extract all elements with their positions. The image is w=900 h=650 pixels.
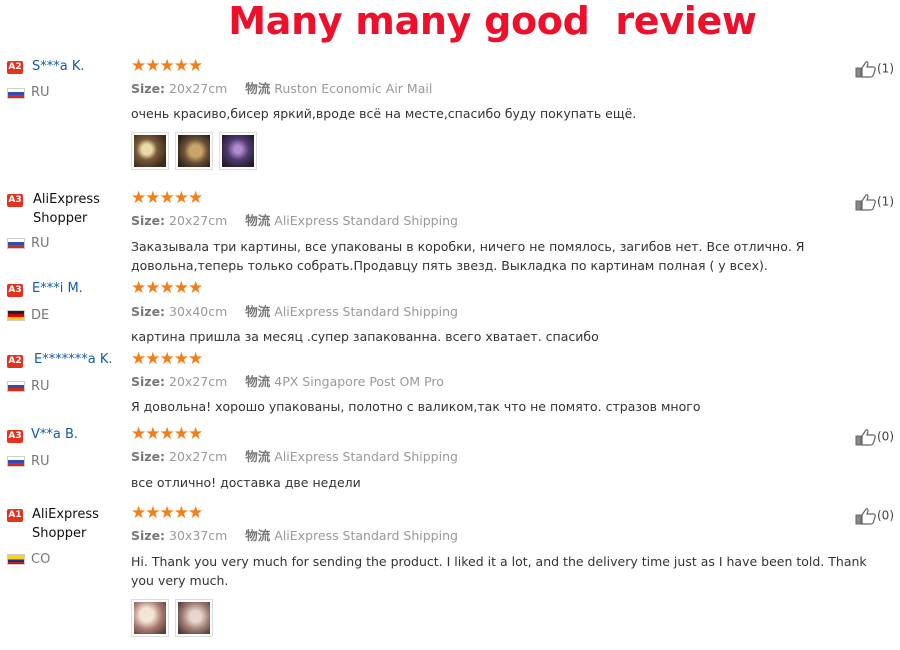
shipping-value: AliExpress Standard Shipping	[274, 304, 458, 319]
reviewer-name[interactable]: V**a B.	[31, 426, 78, 444]
shipping-label: 物流	[245, 213, 271, 228]
level-badge: A3	[7, 284, 23, 297]
country-code: RU	[31, 379, 50, 394]
reviewer-name[interactable]: E***i M.	[32, 280, 83, 298]
review-text: картина пришла за месяц .супер запакован…	[131, 329, 599, 344]
flag-ru-icon	[7, 381, 25, 392]
banner-title: Many many good review	[228, 0, 757, 43]
review-text: Hi. Thank you very much for sending the …	[131, 554, 867, 588]
star-rating: ★★★★★	[131, 424, 203, 444]
level-badge: A1	[7, 509, 23, 522]
country-code: DE	[31, 308, 50, 323]
review-text: очень красиво,бисер яркий,вроде всё на м…	[131, 106, 637, 121]
country-code: RU	[31, 454, 50, 469]
star-rating: ★★★★★	[131, 278, 203, 298]
size-value: 20x27cm	[169, 213, 228, 228]
reviewer-name-text: AliExpress Shopper	[33, 192, 100, 226]
review-meta: Size: 30x40cm 物流 AliExpress Standard Shi…	[131, 304, 458, 320]
level-badge: A2	[7, 61, 23, 74]
star-rating: ★★★★★	[131, 188, 203, 208]
reviewer-name[interactable]: AliExpress Shopper	[32, 505, 132, 543]
review-photo[interactable]	[131, 599, 169, 637]
shipping-value: 4PX Singapore Post OM Pro	[274, 374, 444, 389]
reviewer-name[interactable]: AliExpress Shopper	[33, 190, 133, 228]
country-code: RU	[31, 236, 50, 251]
country-code: RU	[31, 85, 50, 100]
review-meta: Size: 20x27cm 物流 Ruston Economic Air Mai…	[131, 81, 432, 97]
shipping-label: 物流	[245, 528, 271, 543]
flag-ru-icon	[7, 238, 25, 249]
shipping-label: 物流	[245, 304, 271, 319]
helpful-button[interactable]: (0)	[855, 428, 894, 446]
review-meta: Size: 30x37cm 物流 AliExpress Standard Shi…	[131, 528, 458, 544]
flag-de-icon	[7, 310, 25, 321]
helpful-button[interactable]: (1)	[855, 60, 894, 78]
shipping-value: AliExpress Standard Shipping	[274, 528, 458, 543]
shipping-value: Ruston Economic Air Mail	[274, 81, 433, 96]
star-rating: ★★★★★	[131, 349, 203, 369]
star-rating: ★★★★★	[131, 56, 203, 76]
thumbs-up-icon	[855, 194, 876, 211]
flag-co-icon	[7, 554, 25, 565]
size-label: Size:	[131, 528, 166, 543]
helpful-count: (0)	[877, 429, 894, 444]
size-label: Size:	[131, 449, 166, 464]
review-photos	[131, 599, 213, 637]
shipping-label: 物流	[245, 81, 271, 96]
flag-ru-icon	[7, 88, 25, 99]
shipping-label: 物流	[245, 374, 271, 389]
helpful-button[interactable]: (0)	[855, 507, 894, 525]
thumbs-up-icon	[855, 61, 876, 78]
review-photos	[131, 132, 257, 170]
thumbs-up-icon	[855, 429, 876, 446]
review-photo[interactable]	[219, 132, 257, 170]
review-meta: Size: 20x27cm 物流 AliExpress Standard Shi…	[131, 213, 458, 229]
size-label: Size:	[131, 304, 166, 319]
helpful-count: (0)	[877, 508, 894, 523]
size-label: Size:	[131, 374, 166, 389]
reviewer-name[interactable]: E*******a K.	[34, 351, 112, 369]
review-photo[interactable]	[175, 132, 213, 170]
helpful-count: (1)	[877, 61, 894, 76]
size-value: 20x27cm	[169, 81, 228, 96]
review-photo[interactable]	[175, 599, 213, 637]
flag-ru-icon	[7, 456, 25, 467]
review-text: все отлично! доставка две недели	[131, 475, 361, 490]
size-label: Size:	[131, 213, 166, 228]
reviewer-name[interactable]: S***a K.	[32, 58, 85, 76]
shipping-label: 物流	[245, 449, 271, 464]
thumbs-up-icon	[855, 508, 876, 525]
shipping-value: AliExpress Standard Shipping	[274, 213, 458, 228]
size-value: 20x27cm	[169, 449, 228, 464]
review-meta: Size: 20x27cm 物流 AliExpress Standard Shi…	[131, 449, 458, 465]
level-badge: A2	[7, 355, 23, 368]
review-meta: Size: 20x27cm 物流 4PX Singapore Post OM P…	[131, 374, 444, 390]
size-label: Size:	[131, 81, 166, 96]
review-text: Заказывала три картины, все упакованы в …	[131, 239, 805, 273]
shipping-value: AliExpress Standard Shipping	[274, 449, 458, 464]
review-photo[interactable]	[131, 132, 169, 170]
level-badge: A3	[7, 430, 23, 443]
size-value: 20x27cm	[169, 374, 228, 389]
size-value: 30x40cm	[169, 304, 228, 319]
size-value: 30x37cm	[169, 528, 228, 543]
review-text: Я довольна! хорошо упакованы, полотно с …	[131, 399, 701, 414]
star-rating: ★★★★★	[131, 503, 203, 523]
reviewer-name-text: AliExpress Shopper	[32, 507, 99, 541]
country-code: CO	[31, 552, 51, 567]
helpful-button[interactable]: (1)	[855, 193, 894, 211]
level-badge: A3	[7, 194, 23, 207]
helpful-count: (1)	[877, 194, 894, 209]
